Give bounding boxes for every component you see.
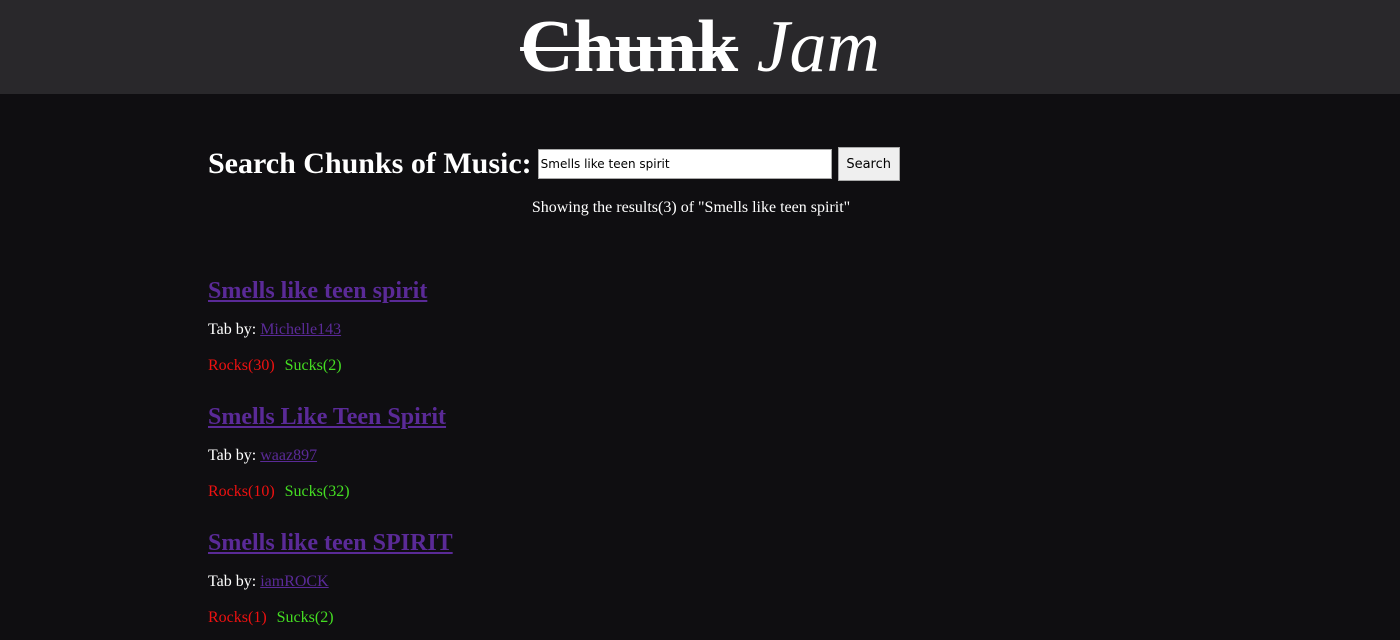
logo-jam-text: Jam — [756, 6, 880, 88]
result-author-line: Tab by: waaz897 — [208, 447, 317, 465]
search-label: Search Chunks of Music: — [208, 147, 532, 180]
search-input[interactable] — [537, 149, 832, 179]
search-bar: Search Chunks of Music: Search — [208, 146, 900, 182]
result-votes: Rocks(1) Sucks(2) — [208, 609, 334, 627]
result-title-link[interactable]: Smells like teen spirit — [208, 277, 427, 305]
result-author-line: Tab by: iamROCK — [208, 573, 329, 591]
results-summary: Showing the results(3) of "Smells like t… — [531, 199, 851, 216]
author-link[interactable]: iamROCK — [260, 573, 328, 590]
sucks-count[interactable]: Sucks(2) — [277, 609, 334, 626]
tab-by-label: Tab by: — [208, 321, 257, 338]
result-title-link[interactable]: Smells like teen SPIRIT — [208, 529, 453, 557]
rocks-count[interactable]: Rocks(1) — [208, 609, 267, 626]
result-votes: Rocks(30) Sucks(2) — [208, 357, 342, 375]
rocks-count[interactable]: Rocks(10) — [208, 483, 275, 500]
sucks-count[interactable]: Sucks(2) — [285, 357, 342, 374]
search-button[interactable]: Search — [837, 147, 900, 181]
logo-chunk-text: Chunk — [520, 6, 739, 88]
result-votes: Rocks(10) Sucks(32) — [208, 483, 350, 501]
site-header: Chunk Jam — [0, 0, 1400, 94]
result-title-link[interactable]: Smells Like Teen Spirit — [208, 403, 446, 431]
site-logo[interactable]: Chunk Jam — [0, 0, 1400, 94]
tab-by-label: Tab by: — [208, 447, 257, 464]
author-link[interactable]: Michelle143 — [260, 321, 341, 338]
result-author-line: Tab by: Michelle143 — [208, 321, 341, 339]
rocks-count[interactable]: Rocks(30) — [208, 357, 275, 374]
tab-by-label: Tab by: — [208, 573, 257, 590]
sucks-count[interactable]: Sucks(32) — [285, 483, 350, 500]
author-link[interactable]: waaz897 — [260, 447, 317, 464]
